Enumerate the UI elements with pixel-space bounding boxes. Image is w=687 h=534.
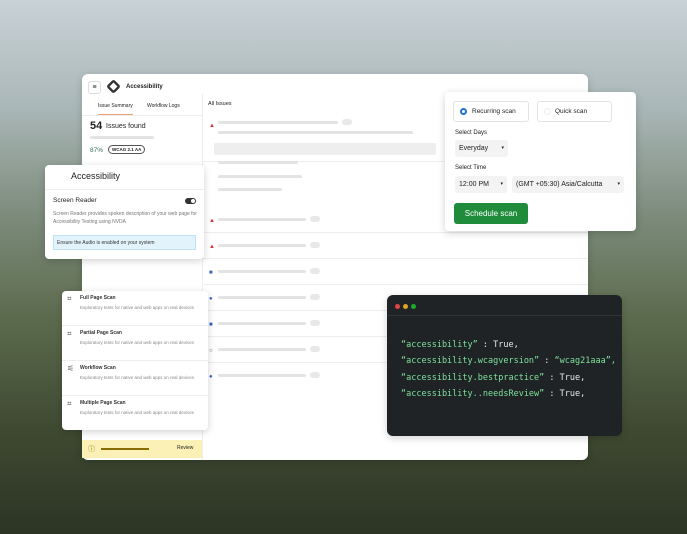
scan-item-workflow[interactable]: ⚟ Workflow Scan Exploratory tests for nati… bbox=[62, 361, 208, 396]
section-title: Screen Reader bbox=[53, 197, 97, 204]
code-line: “accessibility.bestpractice” : True, bbox=[401, 373, 586, 383]
code-window: “accessibility” : True, “accessibility.w… bbox=[387, 295, 622, 436]
issues-label: Issues found bbox=[106, 123, 146, 130]
tab-workflow-logs[interactable]: Workflow Logs bbox=[147, 103, 180, 109]
scan-item-partial-page[interactable]: ⌗ Partial Page Scan Exploratory tests for … bbox=[62, 326, 208, 361]
radio-selected-icon bbox=[460, 108, 467, 115]
logo-icon bbox=[106, 79, 121, 94]
minimize-dot-icon bbox=[403, 304, 408, 309]
maximize-dot-icon bbox=[411, 304, 416, 309]
expanded-row bbox=[214, 143, 436, 155]
scan-partial-icon: ⌗ bbox=[67, 329, 72, 338]
timezone-select[interactable]: (GMT +05:30) Asia/Calcutta ▾ bbox=[512, 176, 624, 193]
wcag-badge: WCAG 2.1 AA bbox=[108, 145, 146, 154]
issues-count: 54 bbox=[90, 120, 103, 132]
multi-page-icon: ⌗ bbox=[67, 399, 72, 408]
code-line: “accessibility” : True, bbox=[401, 340, 519, 350]
tab-issue-summary[interactable]: Issue Summary bbox=[98, 103, 133, 115]
time-label: Select Time bbox=[455, 165, 487, 171]
schedule-scan-button[interactable]: Schedule scan bbox=[454, 203, 528, 224]
app-title: Accessibility bbox=[126, 84, 163, 90]
audio-notice: Ensure the Audio is enabled on your syst… bbox=[53, 235, 196, 250]
workflow-icon: ⚟ bbox=[67, 364, 75, 373]
schedule-card: Recurring scan Quick scan Select Days Ev… bbox=[445, 92, 636, 231]
code-line: “accessibility..needsReview” : True, bbox=[401, 389, 586, 399]
card-title: Accessibility bbox=[71, 171, 121, 181]
scan-types-card: ⌗ Full Page Scan Exploratory tests for nat… bbox=[62, 291, 208, 430]
review-link[interactable]: Review bbox=[177, 445, 193, 451]
progress-bar bbox=[101, 448, 149, 450]
score: 87% bbox=[90, 147, 104, 154]
divider bbox=[82, 115, 202, 116]
description: Screen Reader provides spoken descriptio… bbox=[53, 211, 197, 225]
accessibility-card: Accessibility Screen Reader Screen Reade… bbox=[45, 165, 204, 259]
radio-unselected-icon bbox=[544, 108, 551, 115]
warning-icon: ▲ bbox=[209, 123, 215, 129]
quick-scan-option[interactable]: Quick scan bbox=[537, 101, 612, 122]
list-item[interactable]: ■ bbox=[202, 259, 588, 285]
info-icon: ⓘ bbox=[88, 446, 95, 453]
menu-button[interactable]: ≡ bbox=[88, 81, 101, 94]
scan-frame-icon: ⌗ bbox=[67, 294, 72, 303]
close-dot-icon bbox=[395, 304, 400, 309]
list-title: All Issues bbox=[208, 101, 232, 107]
screen-reader-toggle[interactable] bbox=[185, 198, 196, 204]
time-select[interactable]: 12:00 PM ▾ bbox=[455, 176, 507, 193]
review-bar: ⓘ Review bbox=[82, 440, 202, 458]
days-select[interactable]: Everyday ▾ bbox=[455, 140, 508, 157]
scan-item-multiple-page[interactable]: ⌗ Multiple Page Scan Exploratory tests for… bbox=[62, 396, 208, 431]
scan-item-full-page[interactable]: ⌗ Full Page Scan Exploratory tests for nat… bbox=[62, 291, 208, 326]
list-item[interactable]: ▲ bbox=[202, 233, 588, 259]
recurring-scan-option[interactable]: Recurring scan bbox=[453, 101, 529, 122]
code-line: “accessibility.wcagversion” : “wcag21aaa… bbox=[401, 356, 616, 366]
days-label: Select Days bbox=[455, 130, 488, 136]
